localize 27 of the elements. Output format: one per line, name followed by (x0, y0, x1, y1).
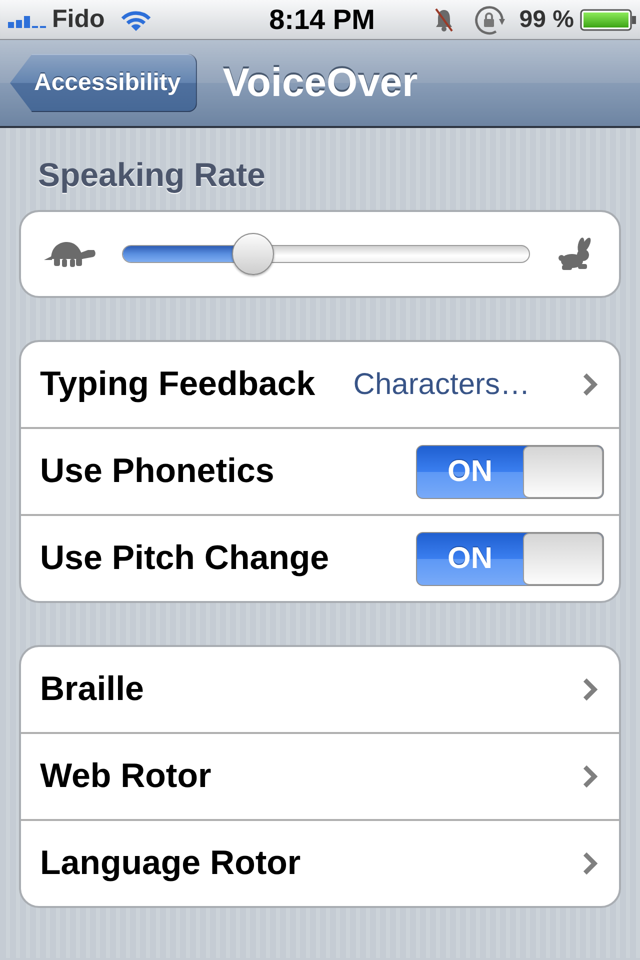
battery-icon (580, 8, 636, 30)
carrier-name: Fido (52, 5, 105, 34)
clock-time: 8:14 PM (269, 4, 375, 36)
slider-thumb[interactable] (232, 233, 274, 275)
battery-percent: 99 % (519, 6, 574, 34)
toggle-switch[interactable]: ON (416, 532, 604, 586)
row-label: Web Rotor (40, 757, 212, 796)
row-label: Use Pitch Change (40, 539, 330, 578)
page-title: VoiceOver (222, 60, 418, 106)
row-label: Typing Feedback (40, 365, 316, 404)
chevron-icon (582, 765, 598, 788)
chevron-icon (582, 852, 598, 875)
slider-track[interactable] (122, 245, 530, 263)
back-button[interactable]: Accessibility (10, 54, 197, 112)
rotation-lock-icon (473, 4, 506, 36)
toggle-switch[interactable]: ON (416, 444, 604, 498)
section-header: Speaking Rate (38, 157, 266, 193)
turtle-icon (44, 240, 96, 268)
muted-bell-icon (434, 8, 454, 32)
row-value: Characters… (353, 368, 530, 402)
row-label: Language Rotor (40, 844, 302, 883)
row-label: Use Phonetics (40, 452, 276, 491)
signal-strength-icon (8, 16, 46, 28)
chevron-icon (582, 373, 598, 396)
chevron-icon (582, 678, 598, 701)
row-label: Braille (40, 670, 145, 709)
wifi-icon (120, 8, 152, 30)
